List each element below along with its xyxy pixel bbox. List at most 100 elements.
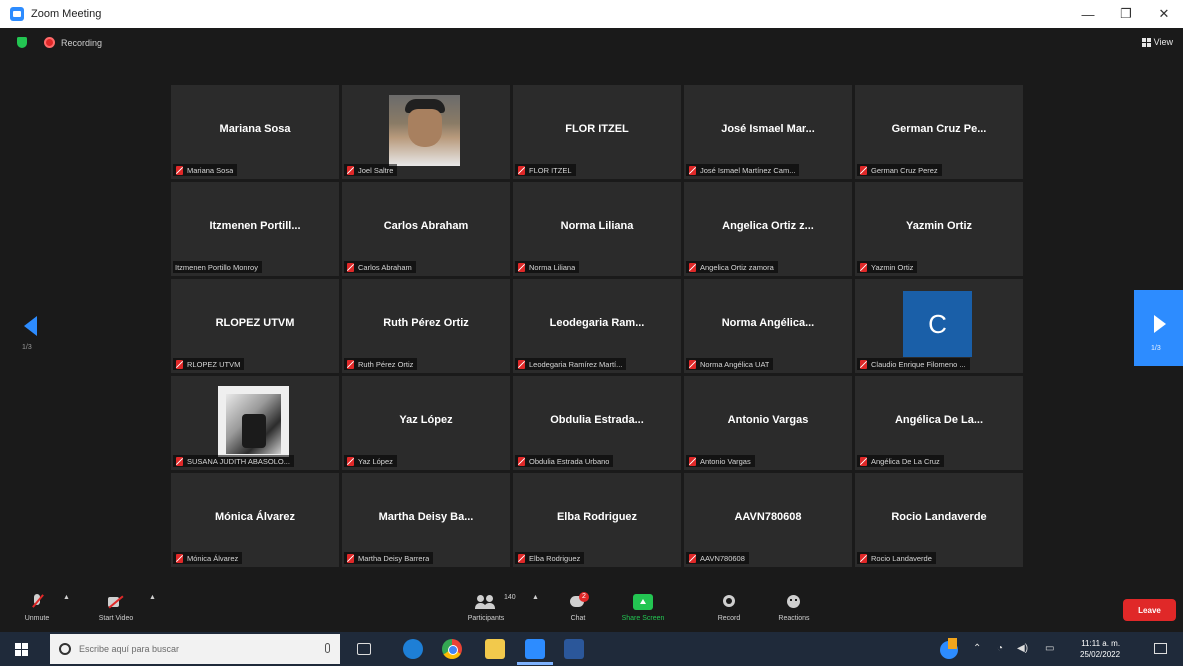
video-options-caret[interactable]: ▲ (149, 594, 156, 601)
participant-name: FLOR ITZEL (529, 165, 572, 175)
participant-display-name: Angélica De La... (894, 414, 984, 426)
participant-display-name: Antonio Vargas (727, 414, 809, 426)
participant-name: Yazmin Ortiz (871, 262, 914, 272)
participant-tile[interactable]: Mónica Álvarez Mónica Álvarez (171, 473, 339, 567)
participant-tile[interactable]: Ruth Pérez Ortiz Ruth Pérez Ortiz (342, 279, 510, 373)
participant-name: Itzmenen Portillo Monroy (175, 262, 258, 272)
minimize-button[interactable]: — (1069, 0, 1107, 28)
participant-tile[interactable]: Mariana Sosa Mariana Sosa (171, 85, 339, 179)
reactions-label: Reactions (778, 615, 810, 622)
participant-tile[interactable]: Rocio Landaverde Rocio Landaverde (855, 473, 1023, 567)
participants-icon (475, 593, 497, 611)
chat-button[interactable]: 2 Chat (563, 592, 593, 622)
shield-icon[interactable] (17, 37, 27, 48)
recording-label[interactable]: Recording (61, 38, 102, 48)
notifications-icon[interactable] (1154, 643, 1167, 654)
mute-icon (689, 165, 696, 175)
task-view-icon[interactable] (357, 643, 371, 655)
audio-options-caret[interactable]: ▲ (63, 594, 70, 601)
show-hidden-icons[interactable]: ⌃ (973, 643, 981, 654)
participant-name-tag: Leodegaria Ramírez Martí... (515, 358, 627, 370)
keyboard-icon[interactable]: ▭ (1045, 643, 1054, 654)
restore-button[interactable]: ❐ (1107, 0, 1145, 28)
left-page-indicator: 1/3 (22, 344, 32, 351)
clock-time: 11:11 a. m. (1081, 639, 1121, 648)
participant-tile[interactable]: Angélica De La... Angélica De La Cruz (855, 376, 1023, 470)
participant-tile[interactable]: RLOPEZ UTVM RLOPEZ UTVM (171, 279, 339, 373)
microphone-icon[interactable] (325, 643, 330, 653)
participant-name: AAVN780608 (700, 553, 745, 563)
next-page-button[interactable]: 1/3 (1134, 290, 1183, 366)
network-icon[interactable]: ◔ (997, 643, 1003, 654)
previous-page-button[interactable]: 1/3 (22, 316, 42, 362)
close-button[interactable]: ✕ (1145, 0, 1183, 28)
participant-name: Martha Deisy Barrera (358, 553, 430, 563)
participant-display-name: Elba Rodriguez (556, 511, 638, 523)
unmute-button[interactable]: Unmute (22, 593, 52, 622)
system-clock[interactable]: 11:11 a. m. 25/02/2022 (1080, 638, 1120, 660)
right-page-indicator: 1/3 (1151, 345, 1161, 352)
participant-tile[interactable]: C Claudio Enrique Filomeno ... (855, 279, 1023, 373)
participant-name-tag: Angelica Ortiz zamora (686, 261, 778, 273)
participant-name: Angelica Ortiz zamora (700, 262, 774, 272)
start-video-button[interactable]: Start Video (96, 593, 136, 622)
participant-display-name: RLOPEZ UTVM (215, 317, 295, 329)
record-dot-icon (44, 37, 55, 48)
participant-display-name: Norma Liliana (560, 220, 634, 232)
participant-name-tag: Carlos Abraham (344, 261, 416, 273)
participant-tile[interactable]: Leodegaria Ram... Leodegaria Ramírez Mart… (513, 279, 681, 373)
participant-display-name: Yaz López (399, 414, 453, 426)
participant-tile[interactable]: José Ismael Mar... José Ismael Martínez C… (684, 85, 852, 179)
record-button[interactable]: Record (712, 593, 746, 622)
participant-tile[interactable]: German Cruz Pe... German Cruz Perez (855, 85, 1023, 179)
participant-tile[interactable]: FLOR ITZEL FLOR ITZEL (513, 85, 681, 179)
participant-display-name: Martha Deisy Ba... (378, 511, 474, 523)
participant-name-tag: Angélica De La Cruz (857, 455, 944, 467)
edge-icon[interactable] (403, 639, 423, 659)
participant-tile[interactable]: Elba Rodriguez Elba Rodriguez (513, 473, 681, 567)
leave-button[interactable]: Leave (1123, 599, 1176, 621)
participant-tile[interactable]: Yaz López Yaz López (342, 376, 510, 470)
word-icon[interactable] (564, 639, 584, 659)
meeting-toolbar: Unmute ▲ Start Video ▲ Participants 140 … (0, 585, 1183, 630)
participant-tile[interactable]: Itzmenen Portill... Itzmenen Portillo Mon… (171, 182, 339, 276)
participant-tile[interactable]: Carlos Abraham Carlos Abraham (342, 182, 510, 276)
participant-name-tag: Norma Liliana (515, 261, 580, 273)
participant-tile[interactable]: AAVN780608 AAVN780608 (684, 473, 852, 567)
mute-icon (518, 165, 525, 175)
participant-tile[interactable]: Obdulia Estrada... Obdulia Estrada Urbano (513, 376, 681, 470)
zoom-taskbar-icon[interactable] (525, 639, 545, 659)
participant-display-name: AAVN780608 (734, 511, 802, 523)
participant-name-tag: Ruth Pérez Ortiz (344, 358, 418, 370)
participant-tile[interactable]: Norma Angélica... Norma Angélica UAT (684, 279, 852, 373)
participant-tile[interactable]: Norma Liliana Norma Liliana (513, 182, 681, 276)
participant-name: Mónica Álvarez (187, 553, 239, 563)
participant-tile[interactable]: SUSANA JUDITH ABASOLO... (171, 376, 339, 470)
file-explorer-icon[interactable] (485, 639, 505, 659)
start-video-label: Start Video (98, 615, 134, 622)
participants-options-caret[interactable]: ▲ (532, 594, 539, 601)
participant-name: Norma Liliana (529, 262, 576, 272)
participant-tile[interactable]: Martha Deisy Ba... Martha Deisy Barrera (342, 473, 510, 567)
participant-tile[interactable]: Joel Saltre (342, 85, 510, 179)
taskbar-search-box[interactable]: Escribe aquí para buscar (50, 634, 340, 664)
participant-name: Mariana Sosa (187, 165, 234, 175)
participant-tile[interactable]: Antonio Vargas Antonio Vargas (684, 376, 852, 470)
participant-display-name: Leodegaria Ram... (549, 317, 645, 329)
share-screen-button[interactable]: Share Screen (620, 593, 666, 622)
mute-icon (347, 359, 354, 369)
windows-icon[interactable] (15, 643, 28, 656)
volume-icon[interactable]: ◀) (1017, 643, 1028, 654)
participant-display-name: Obdulia Estrada... (550, 414, 644, 426)
participant-tile[interactable]: Yazmin Ortiz Yazmin Ortiz (855, 182, 1023, 276)
participant-tile[interactable]: Angelica Ortiz z... Angelica Ortiz zamora (684, 182, 852, 276)
participant-display-name: Mariana Sosa (219, 123, 291, 135)
tray-app-icon[interactable] (940, 638, 958, 659)
chrome-icon[interactable] (442, 639, 462, 659)
chat-badge: 2 (579, 592, 589, 602)
reactions-button[interactable]: Reactions (774, 593, 814, 622)
view-label: View (1153, 37, 1173, 47)
participant-display-name: Yazmin Ortiz (905, 220, 973, 232)
view-button[interactable]: View (1141, 37, 1173, 47)
mute-icon (347, 456, 354, 466)
